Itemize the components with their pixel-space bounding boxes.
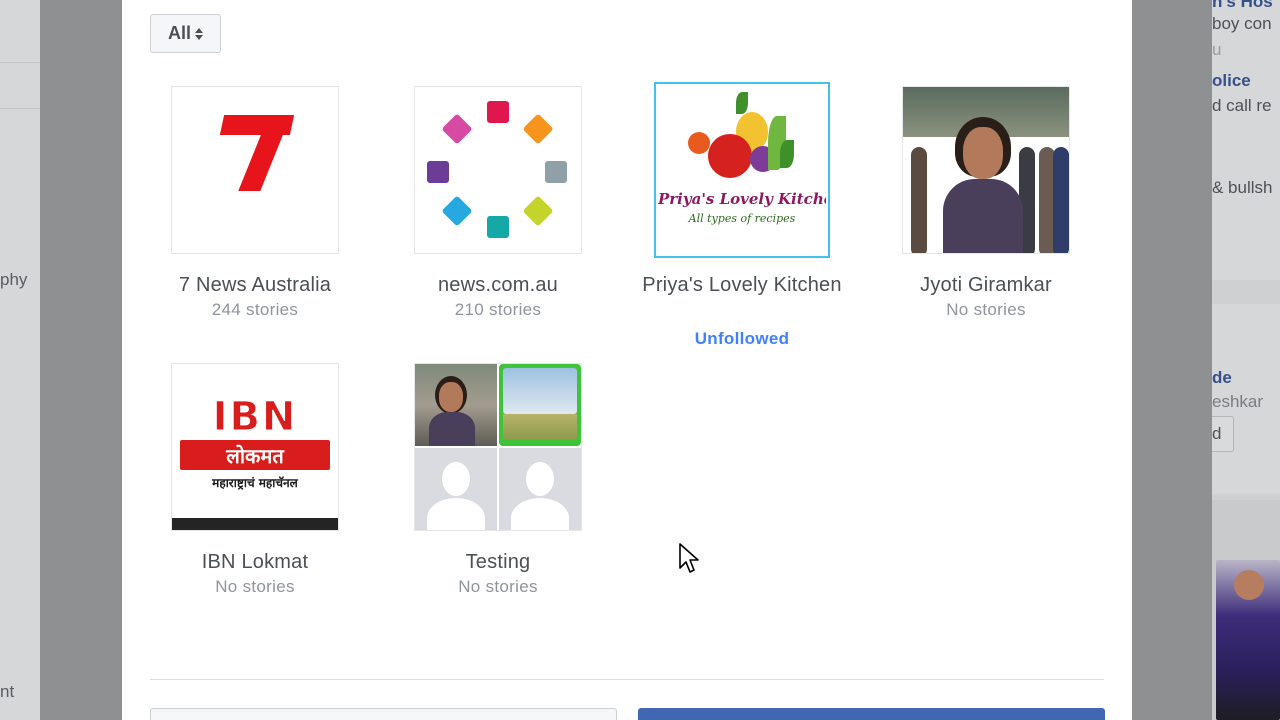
background-photo [1216, 560, 1280, 720]
page-tile-7-news-australia[interactable]: NEWS 7 News Australia 244 stories [155, 86, 355, 326]
leaf-icon [780, 140, 794, 168]
filter-dropdown-label: All [167, 23, 191, 43]
avatar-shoulders [511, 498, 569, 530]
seven-logo-icon [238, 133, 284, 191]
person-body [429, 412, 475, 446]
story-count: 210 stories [454, 300, 542, 319]
seven-logo-icon [219, 115, 295, 135]
fruit-icon [688, 132, 710, 154]
face-shape [1234, 570, 1264, 600]
background-divider [0, 62, 40, 63]
see-first-dialog: All NEWS 7 News Australia 244 stories ne… [122, 0, 1132, 720]
logo-text: NEWS [202, 191, 308, 226]
field-shape [503, 414, 577, 440]
footer-divider [150, 679, 1104, 680]
story-count: 244 stories [211, 300, 299, 319]
background-text: u [1212, 40, 1222, 59]
page-avatar[interactable]: Priya's Lovely Kitchen All types of reci… [654, 82, 830, 258]
modal-overlay-left[interactable] [40, 0, 122, 720]
avatar-shoulders [427, 498, 485, 530]
person-face [439, 382, 463, 412]
page-avatar[interactable]: NEWS [171, 86, 339, 254]
background-text: nt [0, 682, 15, 701]
logo-square-icon [487, 216, 509, 238]
logo-text: लोकमत [226, 444, 284, 468]
mouse-cursor-icon [679, 543, 699, 573]
background-text: & bullsh [1212, 178, 1273, 197]
done-button[interactable] [638, 708, 1105, 720]
cancel-button[interactable] [150, 708, 617, 720]
background-button-label: d [1212, 424, 1222, 443]
leaf-icon [736, 92, 748, 114]
sort-arrows-icon [195, 27, 203, 40]
background-card [1212, 0, 1280, 280]
logo-square-icon [545, 161, 567, 183]
group-avatar[interactable] [414, 363, 582, 531]
default-avatar-icon [415, 448, 497, 530]
story-count: No stories [458, 577, 538, 596]
page-tile-priyas-lovely-kitchen[interactable]: Priya's Lovely Kitchen All types of reci… [642, 82, 842, 356]
unfollowed-status: Unfollowed [694, 329, 790, 348]
logo-tagline: महाराष्ट्राचं महाचॅनल [212, 476, 298, 490]
avatar-head [526, 462, 554, 496]
page-avatar[interactable] [414, 86, 582, 254]
page-tile-testing[interactable]: Testing No stories [398, 363, 598, 603]
logo-text: IBN [212, 394, 298, 441]
modal-overlay-right[interactable] [1132, 0, 1212, 720]
page-name[interactable]: 7 News Australia [155, 270, 355, 300]
person-face [963, 127, 1003, 179]
logo-square-icon [522, 113, 554, 145]
person-body [943, 179, 1023, 253]
story-count: No stories [946, 300, 1026, 319]
page-name[interactable]: Priya's Lovely Kitchen [642, 270, 842, 300]
background-link: n's Hos [1212, 0, 1273, 11]
background-text: d call re [1212, 96, 1272, 115]
logo-square-icon [441, 113, 473, 145]
background-page-right: n's Hos boy con u olice d call re & bull… [1212, 0, 1280, 720]
page-name[interactable]: IBN Lokmat [155, 547, 355, 577]
default-avatar-icon [499, 448, 581, 530]
page-tile-jyoti-giramkar[interactable]: Jyoti Giramkar No stories [886, 86, 1086, 326]
filter-dropdown[interactable]: All [150, 14, 221, 53]
page-name[interactable]: news.com.au [398, 270, 598, 300]
background-button: d [1212, 416, 1234, 452]
background-link: olice [1212, 71, 1251, 90]
tomato-icon [708, 134, 752, 178]
page-tile-news-com-au[interactable]: news.com.au 210 stories [398, 86, 598, 326]
logo-tagline: All types of recipes [688, 212, 796, 225]
page-tile-ibn-lokmat[interactable]: IBN लोकमत महाराष्ट्राचं महाचॅनल IBN Lokm… [155, 363, 355, 603]
background-text: eshkar [1212, 392, 1264, 411]
background-text: phy [0, 270, 28, 289]
page-name[interactable]: Testing [398, 547, 598, 577]
background-page-left: phy nt [0, 0, 40, 720]
background-divider [0, 108, 40, 109]
story-count: No stories [215, 577, 295, 596]
profile-avatar[interactable] [902, 86, 1070, 254]
sky-shape [503, 368, 577, 414]
page-name[interactable]: Jyoti Giramkar [886, 270, 1086, 300]
logo-footer-strip [172, 518, 338, 530]
page-avatar[interactable]: IBN लोकमत महाराष्ट्राचं महाचॅनल [171, 363, 339, 531]
logo-square-icon [487, 101, 509, 123]
crowd-figure [911, 147, 927, 253]
member-photo [415, 364, 497, 446]
background-text: boy con [1212, 14, 1272, 33]
member-photo [499, 364, 581, 446]
logo-title: Priya's Lovely Kitchen [658, 190, 826, 208]
avatar-head [442, 462, 470, 496]
kitchen-logo: Priya's Lovely Kitchen All types of reci… [658, 86, 826, 254]
logo-square-icon [427, 161, 449, 183]
crowd-figure [1053, 147, 1069, 253]
logo-square-icon [522, 195, 554, 227]
background-link: de [1212, 368, 1232, 387]
logo-square-icon [441, 195, 473, 227]
